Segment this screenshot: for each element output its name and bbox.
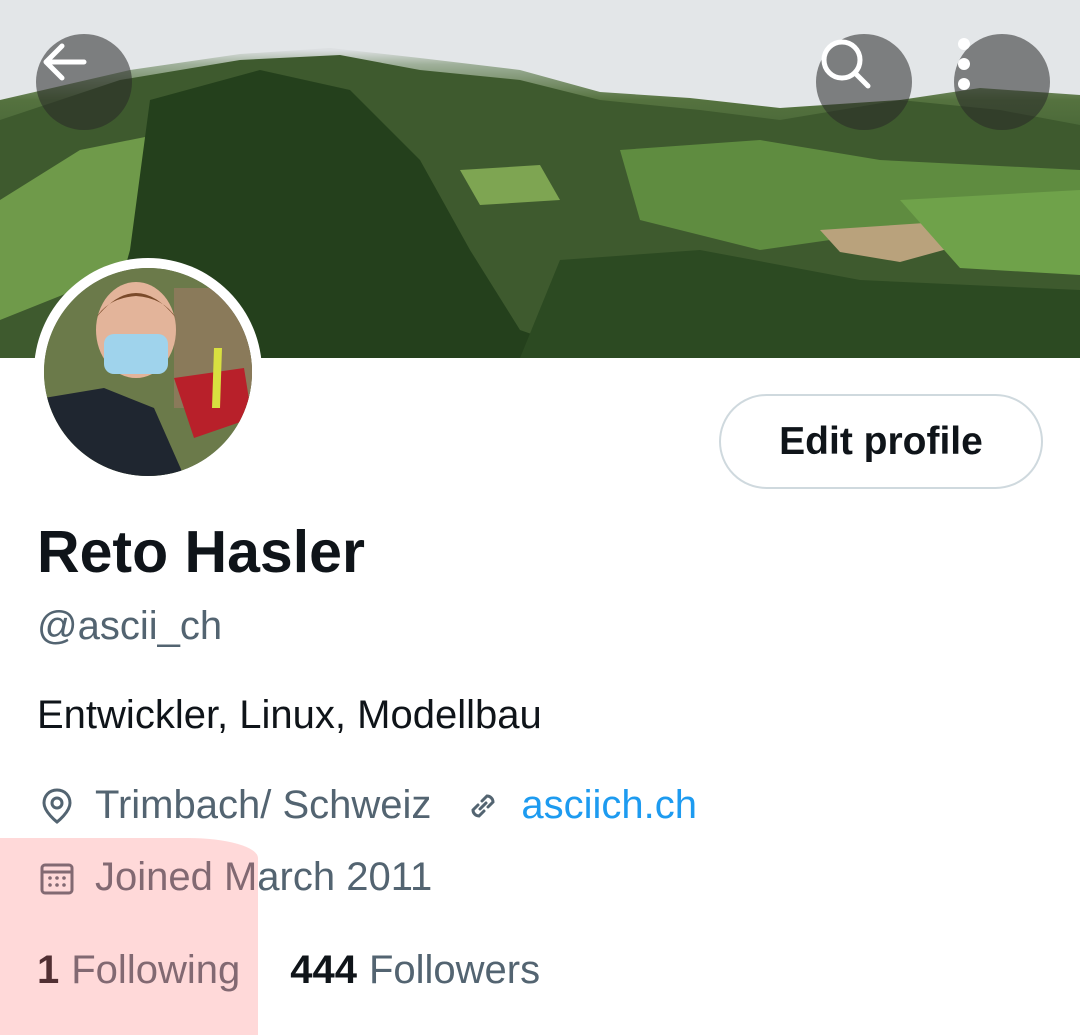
location-pin-icon (37, 786, 77, 826)
edit-profile-button[interactable]: Edit profile (719, 394, 1043, 489)
more-options-button[interactable] (954, 34, 1050, 130)
followers-label: Followers (368, 948, 541, 992)
more-vertical-icon (958, 38, 970, 90)
search-button[interactable] (816, 34, 912, 130)
profile-website-link[interactable]: asciich.ch (521, 783, 697, 828)
profile-handle: @ascii_ch (37, 604, 223, 648)
profile-location: Trimbach/ Schweiz (95, 783, 432, 827)
profile-name: Reto Hasler (37, 519, 365, 585)
link-icon (463, 786, 503, 826)
search-icon (821, 39, 871, 89)
touch-highlight (0, 838, 258, 1035)
arrow-left-icon (43, 43, 87, 81)
avatar[interactable] (44, 268, 252, 476)
followers-count: 444 (290, 948, 357, 992)
profile-meta-row: Trimbach/ Schweiz asciich.ch (37, 783, 697, 828)
profile-bio: Entwickler, Linux, Modellbau (37, 693, 542, 737)
followers-link[interactable]: 444 Followers (290, 948, 540, 993)
avatar-photo (44, 268, 252, 476)
avatar-frame[interactable] (34, 258, 262, 486)
back-button[interactable] (36, 34, 132, 130)
